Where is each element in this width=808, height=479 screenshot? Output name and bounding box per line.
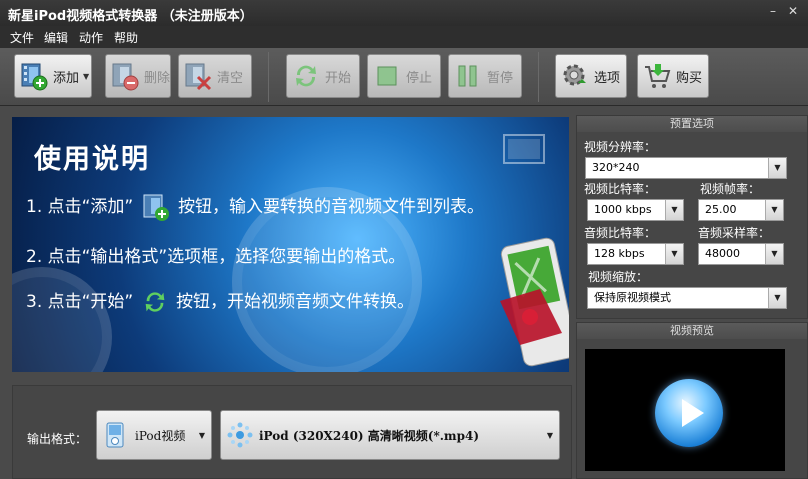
video-bitrate-value: 1000 kbps: [594, 203, 652, 216]
delete-button[interactable]: 删除: [105, 54, 171, 98]
video-scale-label: 视频缩放：: [588, 270, 649, 284]
video-scale-select[interactable]: 保持原视频模式 ▼: [587, 287, 787, 309]
options-button-label: 选项: [594, 70, 621, 86]
chevron-down-icon: ▼: [768, 158, 786, 178]
step1-text-b: 按钮，输入要转换的音视频文件到列表。: [178, 197, 485, 217]
title-bar: 新星iPod视频格式转换器 （未注册版本） – ✕: [0, 0, 808, 26]
film-add-icon: [21, 63, 48, 91]
resolution-value: 320*240: [592, 161, 640, 174]
samplerate-select[interactable]: 48000 ▼: [698, 243, 784, 265]
buy-button[interactable]: 购买: [637, 54, 709, 98]
clear-button[interactable]: 清空: [178, 54, 252, 98]
menu-action[interactable]: 动作: [79, 29, 103, 46]
pause-button[interactable]: 暂停: [448, 54, 522, 98]
instruction-step-3: 3. 点击“开始” 按钮，开始视频音频文件转换。: [26, 287, 414, 316]
step1-text-a: 1. 点击“添加”: [26, 197, 134, 217]
close-button[interactable]: ✕: [786, 4, 800, 18]
refresh-icon: [145, 292, 164, 312]
add-button-label: 添加: [53, 70, 80, 86]
instruction-step-2: 2. 点击“输出格式”选项框，选择您要输出的格式。: [26, 247, 406, 267]
toolbar-divider: [268, 52, 269, 102]
toolbar: 添加 ▼ 删除 清空 开始 停止 暂停 选项 购买: [0, 48, 808, 106]
stop-icon: [377, 66, 397, 86]
resolution-select[interactable]: 320*240 ▼: [585, 157, 787, 179]
toolbar-divider: [538, 52, 539, 102]
gear-icon: [563, 64, 586, 86]
samplerate-value: 48000: [705, 247, 740, 260]
film-strip-icon: [503, 134, 545, 164]
preset-options-panel: 预置选项 视频分辨率： 320*240 ▼ 视频比特率： 视频帧率： 1000 …: [576, 115, 808, 319]
film-remove-icon: [112, 63, 139, 91]
chevron-down-icon: ▼: [768, 288, 786, 308]
add-button[interactable]: 添加 ▼: [14, 54, 92, 98]
chevron-down-icon: ▼: [198, 431, 205, 440]
stop-button[interactable]: 停止: [367, 54, 441, 98]
video-preview-screen: [585, 349, 785, 471]
instruction-step-1: 1. 点击“添加” 按钮，输入要转换的音视频文件到列表。: [26, 192, 484, 222]
resolution-label: 视频分辨率：: [584, 140, 657, 154]
clear-button-label: 清空: [217, 70, 244, 86]
film-clear-icon: [185, 63, 212, 91]
pause-icon: [458, 65, 477, 87]
start-button-label: 开始: [325, 70, 352, 86]
film-add-icon: [143, 194, 169, 221]
buy-button-label: 购买: [676, 70, 703, 86]
menu-file[interactable]: 文件: [10, 29, 34, 46]
window-title: 新星iPod视频格式转换器 （未注册版本）: [8, 9, 253, 24]
video-scale-value: 保持原视频模式: [594, 291, 671, 304]
chevron-down-icon: ▼: [665, 200, 683, 220]
preset-options-header: 预置选项: [577, 116, 807, 132]
format-select[interactable]: iPod (320X240) 高清晰视频(*.mp4) ▼: [220, 410, 560, 460]
format-select-value: iPod (320X240) 高清晰视频(*.mp4): [259, 428, 480, 443]
instruction-banner: 使用说明 1. 点击“添加” 按钮，输入要转换的音视频文件到列表。 2. 点击“…: [12, 117, 569, 372]
video-preview-panel: 视频预览: [576, 322, 808, 479]
format-dots-icon: [227, 422, 253, 448]
ipod-icon: [106, 422, 124, 448]
chevron-down-icon: ▼: [765, 244, 783, 264]
start-button[interactable]: 开始: [286, 54, 360, 98]
output-format-label: 输出格式：: [27, 432, 88, 446]
output-format-panel: 输出格式： iPod视频 ▼ iPod (320X240) 高清晰视频(*.mp…: [12, 385, 572, 479]
chevron-down-icon: ▼: [765, 200, 783, 220]
chevron-down-icon: ▼: [546, 431, 553, 440]
audio-bitrate-label: 音频比特率：: [584, 226, 657, 240]
framerate-select[interactable]: 25.00 ▼: [698, 199, 784, 221]
video-bitrate-label: 视频比特率：: [584, 182, 657, 196]
chevron-down-icon[interactable]: ▼: [83, 72, 89, 81]
refresh-icon: [296, 65, 316, 87]
audio-bitrate-value: 128 kbps: [594, 247, 645, 260]
video-preview-header: 视频预览: [577, 323, 807, 339]
play-icon[interactable]: [655, 379, 723, 447]
ipod-device-image: [500, 237, 569, 367]
framerate-value: 25.00: [705, 203, 737, 216]
step3-text-a: 3. 点击“开始”: [26, 292, 134, 312]
samplerate-label: 音频采样率：: [698, 226, 771, 240]
delete-button-label: 删除: [144, 70, 171, 86]
minimize-button[interactable]: –: [766, 4, 780, 18]
framerate-label: 视频帧率：: [700, 182, 761, 196]
banner-title: 使用说明: [34, 144, 150, 175]
step3-text-b: 按钮，开始视频音频文件转换。: [176, 292, 415, 312]
menu-edit[interactable]: 编辑: [44, 29, 68, 46]
audio-bitrate-select[interactable]: 128 kbps ▼: [587, 243, 684, 265]
device-select[interactable]: iPod视频 ▼: [96, 410, 212, 460]
menu-help[interactable]: 帮助: [114, 29, 138, 46]
menu-bar: 文件 编辑 动作 帮助: [0, 26, 808, 48]
film-reel-decoration: [12, 267, 112, 372]
shopping-cart-icon: [645, 64, 671, 88]
device-select-value: iPod视频: [135, 428, 186, 443]
video-bitrate-select[interactable]: 1000 kbps ▼: [587, 199, 684, 221]
chevron-down-icon: ▼: [665, 244, 683, 264]
stop-button-label: 停止: [406, 70, 433, 86]
options-button[interactable]: 选项: [555, 54, 627, 98]
pause-button-label: 暂停: [487, 70, 514, 86]
